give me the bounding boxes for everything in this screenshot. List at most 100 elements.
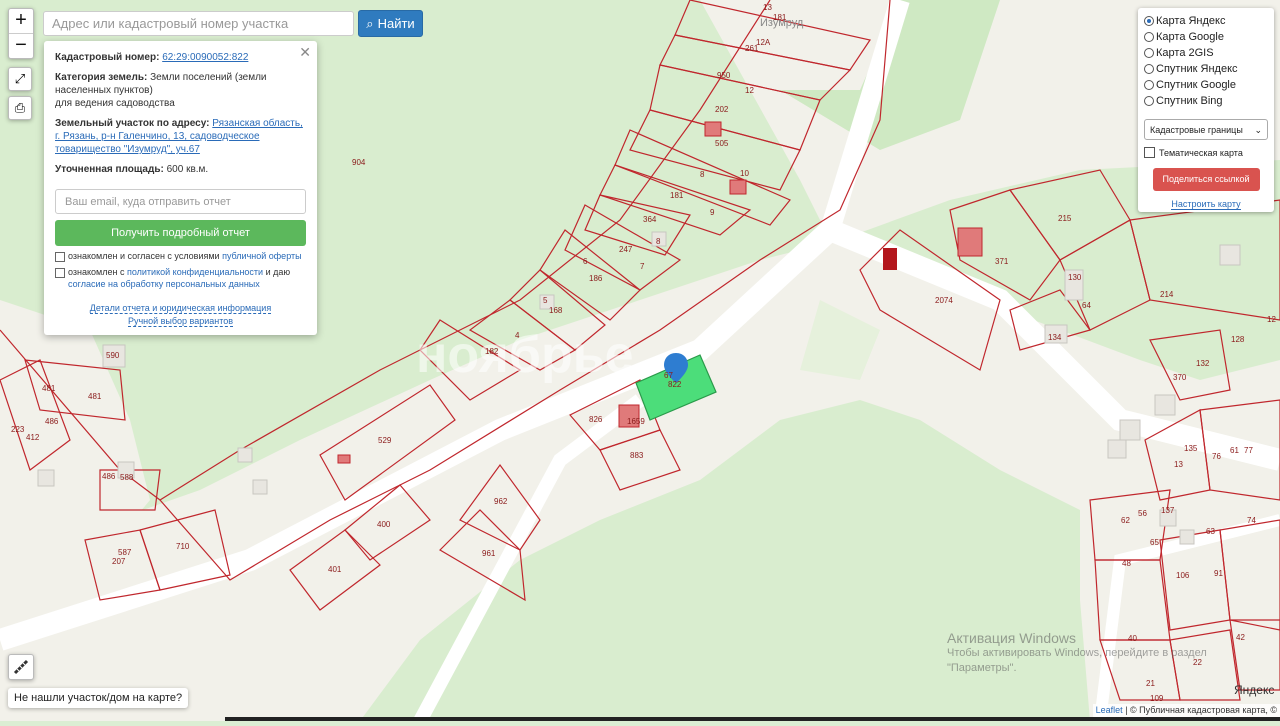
- layer-option-label: Спутник Bing: [1156, 95, 1223, 107]
- parcel-number-label: 67: [664, 371, 673, 380]
- parcel-number-label: 56: [1138, 509, 1147, 518]
- layer-option[interactable]: Спутник Bing: [1144, 93, 1268, 109]
- offer-agreement: ознакомлен и согласен с условиями публич…: [55, 250, 306, 262]
- search-button[interactable]: ⌕ Найти: [358, 10, 423, 37]
- search-button-label: Найти: [377, 16, 415, 31]
- parcel-number-label: 364: [643, 215, 657, 224]
- parcel-number-label: 109: [1150, 694, 1164, 703]
- parcel-number-label: 400: [377, 520, 391, 529]
- search-icon: ⌕: [366, 15, 374, 31]
- radio-icon: [1144, 32, 1154, 42]
- print-button[interactable]: ⎙: [8, 96, 32, 120]
- layer-select-value: Кадастровые границы: [1150, 125, 1243, 135]
- cadastral-number-link[interactable]: 62:29:0090052:822: [162, 52, 248, 63]
- zoom-out-button[interactable]: −: [9, 33, 33, 58]
- parcel-number-label: 65: [1150, 538, 1159, 547]
- layer-select[interactable]: Кадастровые границы ⌄: [1144, 119, 1268, 140]
- parcel-number-label: 12: [745, 86, 754, 95]
- radio-icon: [1144, 96, 1154, 106]
- parcel-number-label: 2074: [935, 296, 953, 305]
- parcel-number-label: 962: [494, 497, 508, 506]
- thematic-label: Тематическая карта: [1159, 147, 1243, 158]
- search-input[interactable]: [43, 11, 354, 36]
- address-label: Земельный участок по адресу:: [55, 118, 210, 129]
- parcel-number-label: 590: [106, 351, 120, 360]
- report-details-link[interactable]: Детали отчета и юридическая информация: [89, 303, 272, 314]
- parcel-number-label: 215: [1058, 214, 1072, 223]
- parcel-number-label: 588: [120, 473, 134, 482]
- parcel-number-label: 91: [1214, 569, 1223, 578]
- parcel-number-label: Изумруд: [760, 17, 804, 29]
- parcel-number-label: 7: [640, 262, 645, 271]
- parcel-number-label: 6: [583, 257, 588, 266]
- parcel-info-popup: ✕ Кадастровый номер: 62:29:0090052:822 К…: [44, 41, 317, 335]
- parcel-number-label: 207: [112, 557, 126, 566]
- parcel-number-label: 8: [656, 237, 661, 246]
- parcel-number-label: 13: [1174, 460, 1183, 469]
- offer-text: ознакомлен и согласен с условиями: [68, 251, 223, 261]
- parcel-number-label: 62: [1121, 516, 1130, 525]
- layer-switcher: Карта Яндекс Карта Google Карта 2GIS Спутни…: [1138, 8, 1274, 212]
- fullscreen-button[interactable]: ⤢: [8, 67, 32, 91]
- privacy-mid-text: и даю: [263, 267, 291, 277]
- category-label: Категория земель:: [55, 72, 148, 83]
- map-attribution: Leaflet | © Публичная кадастровая карта,…: [1092, 704, 1280, 717]
- close-icon[interactable]: ✕: [299, 44, 311, 61]
- parcel-number-label: 42: [1236, 633, 1245, 642]
- parcel-number-label: 371: [995, 257, 1009, 266]
- offer-link[interactable]: публичной оферты: [222, 251, 302, 261]
- layer-option[interactable]: Карта Яндекс: [1144, 13, 1268, 29]
- thematic-map-toggle[interactable]: Тематическая карта: [1144, 147, 1268, 158]
- layer-option[interactable]: Спутник Google: [1144, 77, 1268, 93]
- layer-option[interactable]: Карта Google: [1144, 29, 1268, 45]
- not-found-button[interactable]: Не нашли участок/дом на карте?: [8, 688, 189, 708]
- parcel-number-label: 8: [700, 170, 705, 179]
- thematic-checkbox[interactable]: [1144, 147, 1155, 158]
- layer-option-label: Спутник Google: [1156, 79, 1236, 91]
- parcel-number-label: 261: [745, 44, 759, 53]
- layer-option[interactable]: Карта 2GIS: [1144, 45, 1268, 61]
- parcel-number-label: 61: [1230, 446, 1239, 455]
- privacy-policy-link[interactable]: политикой конфиденциальности: [127, 267, 263, 277]
- chevron-down-icon: ⌄: [1254, 125, 1262, 135]
- parcel-number-label: 48: [1122, 559, 1131, 568]
- leaflet-link[interactable]: Leaflet: [1096, 705, 1123, 715]
- parcel-number-label: 186: [589, 274, 603, 283]
- privacy-checkbox[interactable]: [55, 268, 65, 278]
- site-watermark: ноябрье.: [416, 326, 648, 384]
- area-label: Уточненная площадь:: [55, 164, 164, 175]
- parcel-number-label: 106: [1176, 571, 1190, 580]
- configure-map-link[interactable]: Настроить карту: [1171, 199, 1241, 210]
- email-field[interactable]: [55, 189, 306, 214]
- privacy-agreement: ознакомлен с политикой конфиденциальност…: [55, 266, 306, 290]
- share-link-button[interactable]: Поделиться ссылкой: [1152, 168, 1260, 191]
- parcel-number-label: 181: [670, 191, 684, 200]
- layer-option[interactable]: Спутник Яндекс: [1144, 61, 1268, 77]
- layer-option-label: Карта 2GIS: [1156, 47, 1214, 59]
- radio-icon: [1144, 80, 1154, 90]
- parcel-number-label: 883: [630, 451, 644, 460]
- radio-icon: [1144, 64, 1154, 74]
- windows-activation-line1: Чтобы активировать Windows, перейдите в …: [947, 647, 1207, 659]
- windows-activation-watermark: Активация Windows Чтобы активировать Win…: [947, 630, 1207, 676]
- printer-icon: ⎙: [14, 100, 26, 115]
- parcel-number-label: 401: [328, 565, 342, 574]
- parcel-number-label: 64: [1082, 301, 1091, 310]
- area-value: 600 кв.м.: [166, 164, 209, 175]
- get-report-button[interactable]: Получить подробный отчет: [55, 220, 306, 246]
- parcel-number-label: 486: [45, 417, 59, 426]
- ruler-button[interactable]: [8, 654, 34, 680]
- parcel-number-label: 214: [1160, 290, 1174, 299]
- parcel-number-label: 826: [589, 415, 603, 424]
- privacy-text: ознакомлен с: [68, 267, 127, 277]
- parcel-number-label: 202: [715, 105, 729, 114]
- parcel-number-label: 13: [763, 3, 772, 12]
- parcel-number-label: 135: [1184, 444, 1198, 453]
- personal-data-link[interactable]: согласие на обработку персональных данны…: [68, 279, 260, 289]
- windows-activation-line2: "Параметры".: [947, 662, 1017, 674]
- parcel-number-label: 529: [378, 436, 392, 445]
- manual-selection-link[interactable]: Ручной выбор вариантов: [127, 316, 234, 327]
- offer-checkbox[interactable]: [55, 252, 65, 262]
- parcel-number-label: 587: [118, 548, 132, 557]
- zoom-in-button[interactable]: +: [9, 9, 33, 33]
